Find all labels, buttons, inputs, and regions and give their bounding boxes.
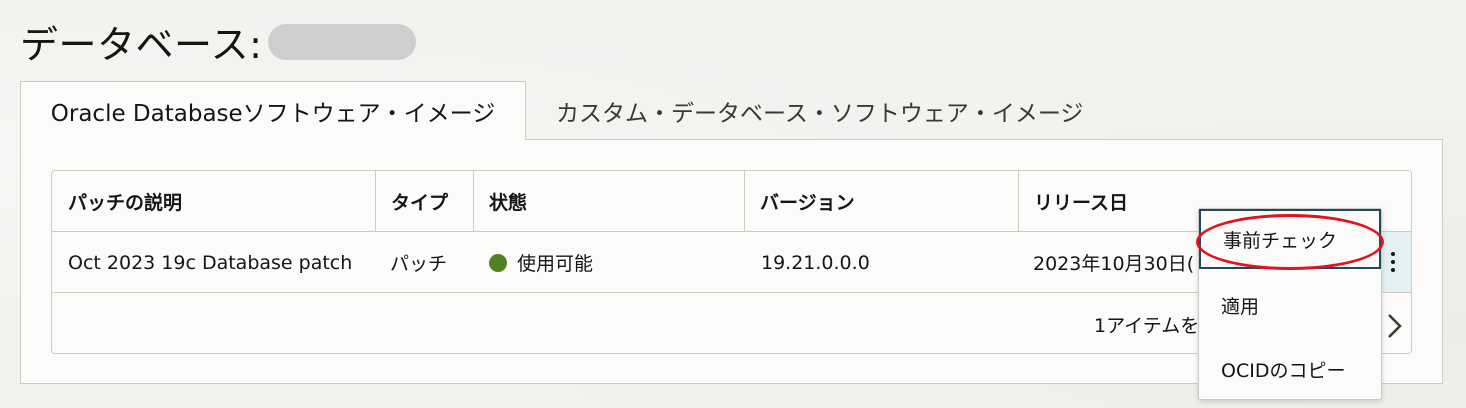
page-title: データベース: — [20, 14, 417, 69]
column-header-description[interactable]: パッチの説明 — [52, 171, 375, 232]
menu-item-apply[interactable]: 適用 — [1199, 274, 1381, 336]
column-header-type[interactable]: タイプ — [375, 171, 473, 232]
cell-type: パッチ — [390, 253, 448, 275]
row-actions-menu: 事前チェック 適用 OCIDのコピー — [1198, 208, 1382, 400]
chevron-right-icon[interactable] — [1382, 311, 1406, 341]
page-title-text: データベース: — [20, 23, 263, 67]
cell-release-date: 2023年10月30日( — [1033, 253, 1195, 275]
tab-label: Oracle Databaseソフトウェア・イメージ — [50, 101, 496, 127]
status-label: 使用可能 — [517, 253, 594, 275]
menu-item-precheck[interactable]: 事前チェック — [1199, 209, 1381, 269]
pagination-summary: 1アイテムを — [1094, 315, 1200, 337]
tab-custom-database-images[interactable]: カスタム・データベース・ソフトウェア・イメージ — [556, 81, 1083, 141]
status-dot-icon — [489, 253, 507, 272]
tab-label: カスタム・データベース・ソフトウェア・イメージ — [556, 101, 1084, 127]
column-header-version[interactable]: バージョン — [744, 171, 1018, 232]
cell-description: Oct 2023 19c Database patch — [68, 251, 353, 274]
column-header-status[interactable]: 状態 — [473, 171, 744, 232]
redacted-name — [268, 23, 417, 60]
kebab-icon — [1391, 252, 1395, 272]
cell-status: 使用可能 — [489, 232, 593, 293]
tab-oracle-database-images[interactable]: Oracle Databaseソフトウェア・イメージ — [20, 81, 526, 140]
cell-version: 19.21.0.0.0 — [761, 251, 870, 274]
menu-item-copy-ocid[interactable]: OCIDのコピー — [1199, 338, 1381, 400]
